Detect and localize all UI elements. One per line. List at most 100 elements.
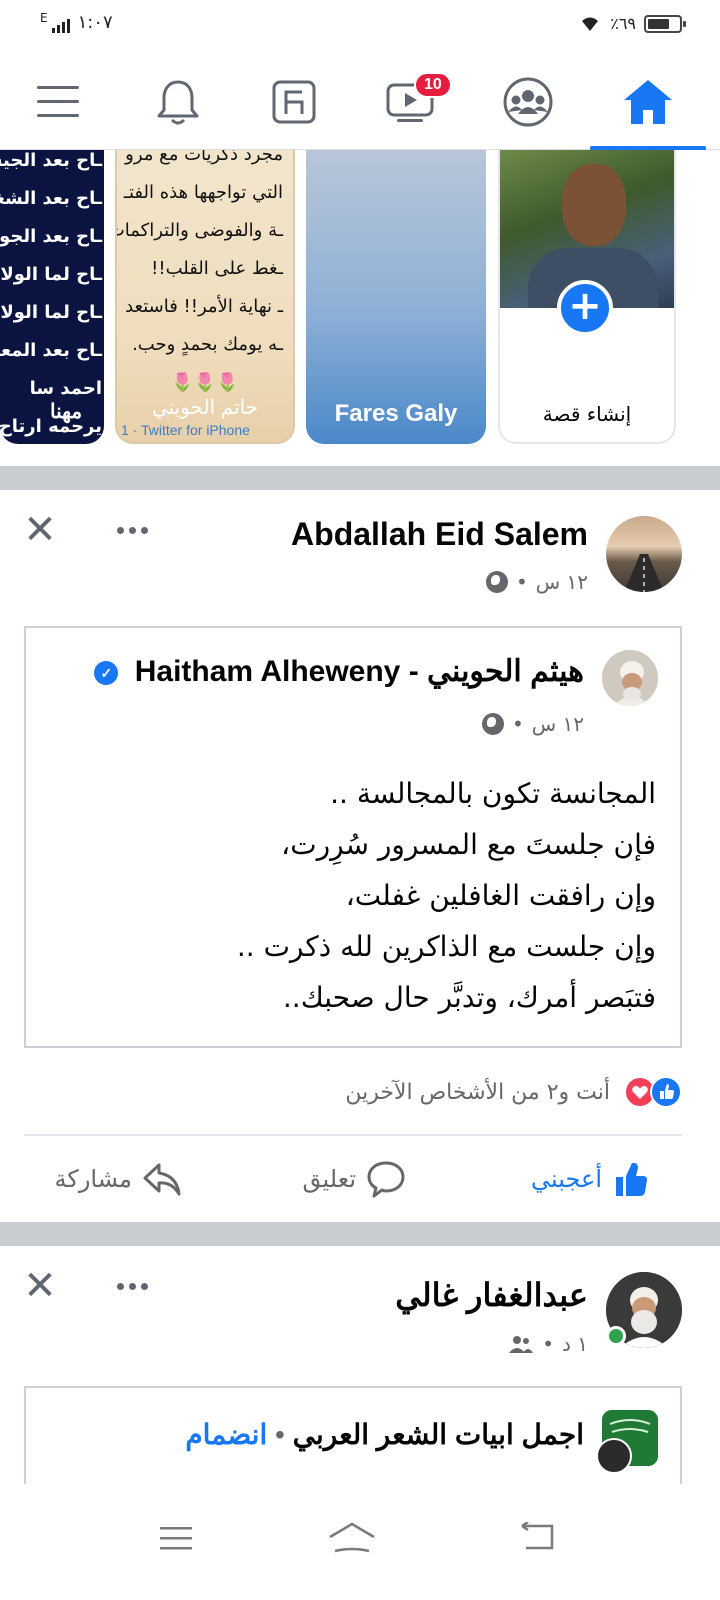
story-card-hatem[interactable]: مجرد ذكريات مع مرو التي تواجهها هذه الفت… — [115, 150, 295, 444]
story-line: ـاح بعد المعاش — [0, 340, 102, 361]
reactions-text[interactable]: أنت و٢ من الأشخاص الآخرين — [345, 1080, 610, 1105]
story-line: ـه يومك بحمدٍ وحب. — [132, 334, 283, 355]
like-reaction-icon — [650, 1076, 682, 1108]
back-icon — [521, 1522, 554, 1550]
group-member-avatar — [596, 1438, 632, 1474]
globe-icon — [481, 713, 504, 735]
close-icon[interactable]: ✕ — [20, 1266, 60, 1306]
comment-icon — [367, 1161, 405, 1198]
watch-tab[interactable]: 10 — [352, 56, 468, 148]
like-label: أعجبني — [531, 1165, 602, 1193]
photo-face — [562, 164, 626, 246]
shared-author-name[interactable]: هيثم الحويني - Haitham Alheweny — [135, 655, 584, 688]
share-button[interactable]: مشاركة — [55, 1136, 182, 1222]
story-card-fares[interactable]: Fares Galy — [306, 150, 486, 444]
globe-icon — [485, 571, 508, 593]
status-left: E ١:٠٧ — [40, 11, 113, 33]
clock: ١:٠٧ — [77, 12, 113, 33]
feed-divider — [0, 466, 720, 490]
shared-meta: ١٢ س • — [481, 712, 584, 736]
online-indicator — [606, 1326, 626, 1346]
post-time[interactable]: ١٢ س — [536, 570, 588, 594]
shared-author[interactable]: هيثم الحويني - Haitham Alheweny ✓ — [94, 654, 584, 689]
system-nav-bar — [0, 1484, 720, 1600]
pages-tab[interactable] — [236, 56, 352, 148]
post-line: فتبَصر أمرك، وتدبَّر حال صحبك.. — [282, 981, 656, 1014]
story-line: ـة والفوضى والتراكمات — [115, 220, 283, 241]
post-line: المجانسة تكون بالمجالسة .. — [330, 777, 656, 810]
create-story-label: إنشاء قصة — [542, 402, 632, 426]
group-name[interactable]: اجمل ابيات الشعر العربي — [293, 1419, 584, 1450]
comment-label: تعليق — [302, 1165, 356, 1193]
post-author[interactable]: عبدالغفار غالي — [395, 1276, 588, 1314]
post-meta: ١ د • — [508, 1332, 588, 1356]
groups-tab[interactable] — [470, 56, 586, 148]
shared-avatar[interactable] — [602, 650, 658, 706]
reaction-icons — [624, 1076, 682, 1108]
thumbs-up-icon — [616, 1163, 647, 1196]
battery-icon — [644, 14, 686, 33]
back-button[interactable] — [508, 1508, 568, 1568]
stories-tray: + إنشاء قصة Fares Galy مجرد ذكريات مع مر… — [0, 150, 720, 450]
shared-time[interactable]: ١٢ س — [532, 712, 584, 736]
bell-icon — [157, 80, 199, 125]
story-name: مهنا — [50, 401, 83, 423]
post-time[interactable]: ١ د — [562, 1332, 588, 1356]
story-line: التي تواجهها هذه الفتـ — [123, 182, 283, 203]
menu-button[interactable] — [0, 56, 116, 148]
sheikh-photo — [602, 650, 658, 706]
plus-icon[interactable]: + — [557, 280, 613, 336]
home-icon — [624, 80, 672, 124]
meta-separator: • — [511, 712, 524, 736]
wifi-icon — [582, 17, 599, 31]
close-icon[interactable]: ✕ — [20, 510, 60, 550]
like-button[interactable]: أعجبني — [531, 1136, 652, 1222]
avatar[interactable] — [606, 516, 682, 592]
post-action-bar: أعجبني تعليق مشاركة — [24, 1134, 682, 1220]
story-line: ـاح بعد الشغل — [0, 188, 102, 209]
comment-button[interactable]: تعليق — [303, 1136, 406, 1222]
road-photo — [624, 554, 664, 592]
verified-badge-icon: ✓ — [94, 661, 119, 686]
network-type: E — [40, 11, 48, 25]
notifications-tab[interactable] — [120, 56, 236, 148]
friends-icon — [509, 1336, 534, 1353]
shared-post[interactable]: هيثم الحويني - Haitham Alheweny ✓ ١٢ س •… — [24, 626, 682, 1048]
post-line: وإن رافقت الغافلين غفلت، — [345, 879, 656, 912]
reactions-summary[interactable]: أنت و٢ من الأشخاص الآخرين — [0, 1068, 720, 1118]
more-options-icon[interactable] — [112, 1276, 152, 1296]
meta-separator: • — [515, 570, 528, 594]
post-author[interactable]: Abdallah Eid Salem — [291, 516, 588, 553]
share-icon — [143, 1163, 181, 1196]
recent-apps-button[interactable] — [146, 1508, 206, 1568]
story-line: مجرد ذكريات مع مرو — [125, 150, 283, 165]
story-name: Fares Galy — [334, 400, 458, 427]
signal-icon — [51, 17, 70, 33]
group-title: اجمل ابيات الشعر العربي • انضمام — [185, 1418, 584, 1451]
post-line: وإن جلست مع الذاكرين لله ذكرت .. — [236, 930, 656, 963]
recent-apps-icon — [160, 1527, 192, 1550]
story-footer: 1 · Twitter for iPhone — [121, 422, 250, 438]
story-card-mohanna[interactable]: ـاح بعد الجيش ـاح بعد الشغل ـاح بعد الجو… — [0, 150, 104, 444]
home-system-button[interactable] — [322, 1508, 382, 1568]
battery-percent: ٪٦٩ — [610, 14, 636, 33]
story-line: ـاح لما الولاد يـ — [0, 302, 102, 323]
create-story-card[interactable]: + إنشاء قصة — [498, 150, 676, 444]
story-line: ـ نهاية الأمر!! فاستعد — [125, 296, 283, 317]
pages-icon — [272, 80, 316, 124]
post-header: ✕ عبدالغفار غالي ١ د • — [0, 1246, 720, 1356]
home-outline-icon — [329, 1522, 375, 1553]
story-line: ـاح لما الولاد يـ — [0, 264, 102, 285]
watch-badge: 10 — [414, 72, 452, 98]
groups-icon — [503, 77, 553, 127]
more-options-icon[interactable] — [112, 520, 152, 540]
meta-separator: • — [542, 1332, 554, 1356]
status-right: ٪٦٩ — [578, 14, 686, 33]
status-bar: E ١:٠٧ ٪٦٩ — [0, 0, 720, 56]
join-group-link[interactable]: انضمام — [185, 1419, 267, 1450]
story-name: حاتم الحويني — [151, 397, 259, 419]
share-label: مشاركة — [54, 1165, 132, 1193]
story-line: ـاح بعد الجيش — [0, 150, 102, 171]
home-tab[interactable] — [590, 56, 706, 150]
feed-divider — [0, 1222, 720, 1246]
